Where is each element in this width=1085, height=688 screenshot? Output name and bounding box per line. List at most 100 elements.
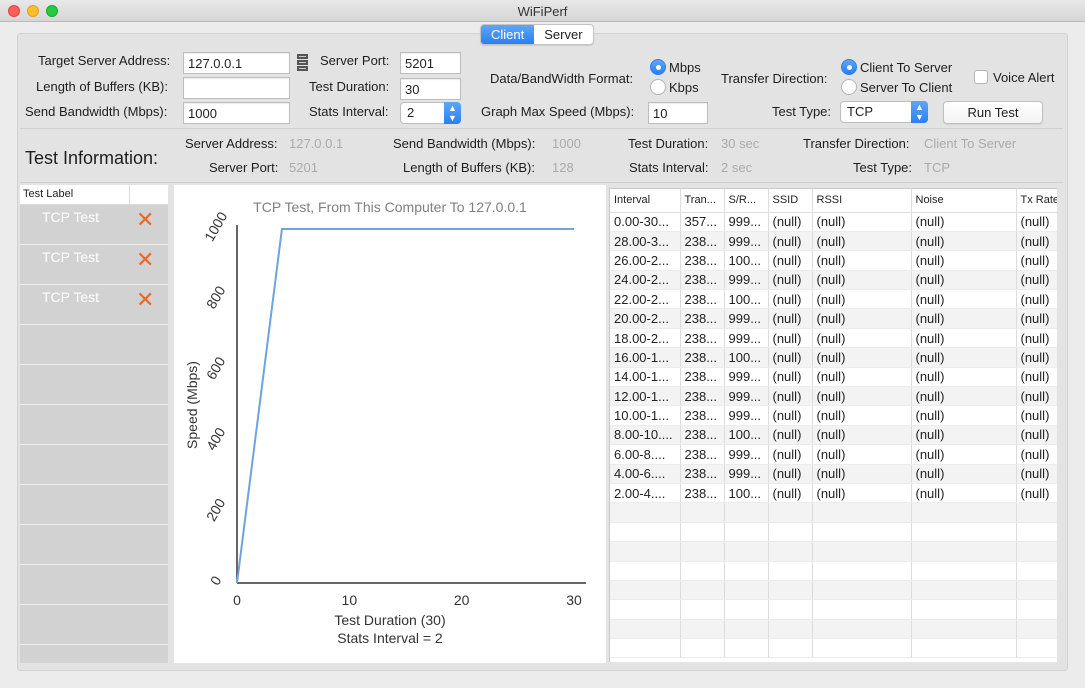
table-row[interactable]: 8.00-10.... 238... 100... (null) (null) (null… <box>610 425 1057 446</box>
table-cell: 238... <box>680 464 725 484</box>
table-cell: 8.00-10.... <box>610 425 681 446</box>
table-cell: 100... <box>724 347 769 368</box>
graph-max-input[interactable]: 10 <box>648 102 708 124</box>
table-cell: (null) <box>812 250 912 271</box>
column-header[interactable]: Tx Rate <box>1016 189 1057 213</box>
format-mbps-radio[interactable] <box>650 59 666 75</box>
table-cell <box>911 561 1017 581</box>
column-header[interactable]: Interval <box>610 189 681 213</box>
test-list-item-label: TCP Test <box>42 209 100 225</box>
table-cell: 18.00-2... <box>610 328 681 349</box>
table-cell: 238... <box>680 289 725 310</box>
table-cell: 999... <box>724 405 769 426</box>
empty-list-row <box>20 565 168 605</box>
table-cell: 357... <box>680 212 725 232</box>
table-cell <box>1016 522 1057 543</box>
table-cell: (null) <box>911 483 1017 504</box>
direction-s2c-radio[interactable] <box>841 79 857 95</box>
results-table-body: 0.00-30... 357... 999... (null) (null) (null)… <box>610 212 1057 659</box>
info-duration-label: Test Duration: <box>628 136 709 151</box>
results-table[interactable]: Interval Tran... S/R... SSID RSSI Noise Tx Rat… <box>609 188 1057 662</box>
direction-c2s-radio[interactable] <box>841 59 857 75</box>
delete-test-icon[interactable]: ✕ <box>136 249 154 271</box>
column-header[interactable]: SSID <box>768 189 813 213</box>
target-server-input[interactable]: 127.0.0.1 <box>183 52 290 74</box>
table-row[interactable]: 12.00-1... 238... 999... (null) (null) (null)… <box>610 386 1057 407</box>
info-buffers-value: 128 <box>552 160 574 175</box>
table-row[interactable]: 6.00-8.... 238... 999... (null) (null) (null)… <box>610 444 1057 465</box>
server-port-input[interactable]: 5201 <box>400 52 461 74</box>
direction-c2s-label: Client To Server <box>860 60 953 75</box>
format-kbps-radio[interactable] <box>650 79 666 95</box>
delete-test-icon[interactable]: ✕ <box>136 209 154 231</box>
client-tab[interactable]: Client <box>481 25 535 44</box>
test-list-item-label: TCP Test <box>42 289 100 305</box>
table-cell <box>610 561 681 581</box>
table-cell <box>680 502 725 523</box>
server-list-icon[interactable] <box>297 54 308 71</box>
table-cell: 100... <box>724 425 769 446</box>
table-row[interactable]: 22.00-2... 238... 100... (null) (null) (null)… <box>610 289 1057 310</box>
table-cell: 999... <box>724 464 769 484</box>
table-cell <box>812 561 912 581</box>
stepper-arrows-icon: ▲ ▼ <box>444 102 461 124</box>
buffers-input[interactable] <box>183 77 290 99</box>
table-cell: 100... <box>724 483 769 504</box>
info-server-port-value: 5201 <box>289 160 318 175</box>
results-table-header: Interval Tran... S/R... SSID RSSI Noise Tx Rat… <box>610 189 1057 213</box>
table-cell: (null) <box>911 347 1017 368</box>
table-cell: 238... <box>680 444 725 465</box>
empty-table-row <box>610 599 1057 620</box>
column-header[interactable]: RSSI <box>812 189 912 213</box>
table-cell <box>724 619 769 640</box>
table-cell: 10.00-1... <box>610 405 681 426</box>
format-kbps-label: Kbps <box>669 80 699 95</box>
table-cell: (null) <box>911 386 1017 407</box>
table-row[interactable]: 14.00-1... 238... 999... (null) (null) (null)… <box>610 367 1057 388</box>
table-row[interactable]: 2.00-4.... 238... 100... (null) (null) (null)… <box>610 483 1057 504</box>
table-cell: 0.00-30... <box>610 212 681 232</box>
test-list-item[interactable]: TCP Test ✕ <box>20 245 168 285</box>
table-cell: 16.00-1... <box>610 347 681 368</box>
test-duration-input[interactable]: 30 <box>400 78 461 100</box>
empty-list-row <box>20 605 168 645</box>
info-server-address-label: Server Address: <box>185 136 278 151</box>
table-row[interactable]: 18.00-2... 238... 999... (null) (null) (null)… <box>610 328 1057 349</box>
server-tab[interactable]: Server <box>534 25 592 44</box>
info-server-address-value: 127.0.0.1 <box>289 136 344 151</box>
table-cell <box>911 580 1017 601</box>
table-row[interactable]: 24.00-2... 238... 999... (null) (null) (null)… <box>610 270 1057 291</box>
column-header[interactable]: Noise <box>911 189 1017 213</box>
table-row[interactable]: 10.00-1... 238... 999... (null) (null) (null)… <box>610 405 1057 426</box>
table-row[interactable]: 16.00-1... 238... 100... (null) (null) (null)… <box>610 347 1057 368</box>
table-cell <box>1016 638 1057 659</box>
table-cell: (null) <box>812 405 912 426</box>
table-cell: 6.00-8.... <box>610 444 681 465</box>
table-row[interactable]: 26.00-2... 238... 100... (null) (null) (null)… <box>610 250 1057 271</box>
delete-test-icon[interactable]: ✕ <box>136 289 154 311</box>
table-cell: (null) <box>1016 328 1057 349</box>
table-cell: 24.00-2... <box>610 270 681 291</box>
run-test-button[interactable]: Run Test <box>943 101 1043 124</box>
table-row[interactable]: 20.00-2... 238... 999... (null) (null) (null)… <box>610 308 1057 329</box>
table-row[interactable]: 0.00-30... 357... 999... (null) (null) (null)… <box>610 212 1057 232</box>
info-server-port-label: Server Port: <box>209 160 279 175</box>
table-cell <box>680 638 725 659</box>
send-bandwidth-label: Send Bandwidth (Mbps): <box>25 104 168 119</box>
table-cell: 2.00-4.... <box>610 483 681 504</box>
table-cell: (null) <box>768 328 813 349</box>
table-row[interactable]: 28.00-3... 238... 999... (null) (null) (null)… <box>610 231 1057 252</box>
table-cell <box>680 541 725 562</box>
table-cell: (null) <box>768 405 813 426</box>
test-type-select[interactable]: TCP ▲ ▼ <box>840 101 928 123</box>
column-header[interactable]: Tran... <box>680 189 725 213</box>
send-bandwidth-input[interactable]: 1000 <box>183 102 290 124</box>
voice-alert-checkbox[interactable] <box>974 70 988 84</box>
stats-interval-select[interactable]: 2 ▲ ▼ <box>400 102 461 124</box>
test-list-item[interactable]: TCP Test ✕ <box>20 205 168 245</box>
table-cell: (null) <box>911 425 1017 446</box>
test-list-item[interactable]: TCP Test ✕ <box>20 285 168 325</box>
column-header[interactable]: S/R... <box>724 189 769 213</box>
info-stats-value: 2 sec <box>721 160 753 175</box>
table-row[interactable]: 4.00-6.... 238... 999... (null) (null) (null)… <box>610 464 1057 484</box>
